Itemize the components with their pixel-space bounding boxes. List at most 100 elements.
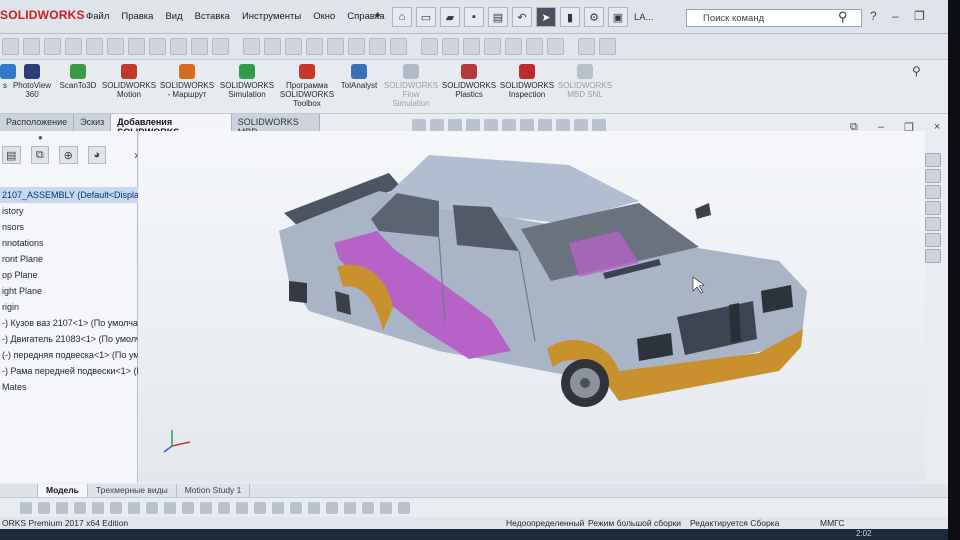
flow-simulation-button[interactable]: SOLIDWORKS Flow Simulation: [382, 64, 440, 108]
tree-item-annotations[interactable]: nnotations: [0, 235, 138, 251]
section-properties-icon[interactable]: [348, 38, 365, 55]
appearances-scenes-icon[interactable]: [925, 217, 941, 231]
tab-solidworks-mbd[interactable]: SOLIDWORKS MBD: [231, 114, 320, 137]
search-ribbon-icon[interactable]: ⚲: [912, 64, 921, 78]
snapshot-icon[interactable]: [484, 38, 501, 55]
file-explorer-icon[interactable]: [925, 185, 941, 199]
solidworks-resources-icon[interactable]: [925, 153, 941, 167]
select-cosmetic-icon[interactable]: [290, 501, 302, 514]
performance-eval-icon[interactable]: [390, 38, 407, 55]
expand-panel-chevron-icon[interactable]: ›: [134, 148, 138, 162]
restore-icon[interactable]: ❐: [914, 9, 925, 23]
status-assembly-mode[interactable]: Режим большой сборки: [588, 518, 681, 528]
insert-components-icon[interactable]: [2, 38, 19, 55]
interference-detection-icon[interactable]: [243, 38, 260, 55]
photoview-button[interactable]: PhotoView 360: [10, 64, 54, 99]
pin-menu-icon[interactable]: ✦: [373, 9, 382, 22]
toolbox-button[interactable]: Программа SOLIDWORKS Toolbox: [278, 64, 336, 108]
help-icon[interactable]: ?: [870, 9, 877, 23]
large-assembly-icon[interactable]: [442, 38, 459, 55]
envelope-icon[interactable]: [505, 38, 522, 55]
select-surface-icon[interactable]: [380, 501, 392, 514]
scanto3d-button[interactable]: ScanTo3D: [56, 64, 100, 90]
view-palette-icon[interactable]: [925, 201, 941, 215]
configuration-manager-tab-icon[interactable]: ⧉: [30, 146, 49, 164]
menu-file[interactable]: Файл: [80, 11, 115, 22]
viewport-close-icon[interactable]: ×: [934, 121, 940, 134]
mass-properties-icon[interactable]: [327, 38, 344, 55]
new-motion-study-icon[interactable]: [170, 38, 187, 55]
tolanalyst-button[interactable]: TolAnalyst: [336, 64, 382, 90]
tab-layout[interactable]: Расположение: [0, 114, 75, 131]
show-hidden-icon[interactable]: [107, 38, 124, 55]
tree-item-right-plane[interactable]: ight Plane: [0, 283, 138, 299]
simulation-button[interactable]: SOLIDWORKS Simulation: [218, 64, 276, 99]
move-component-icon[interactable]: [86, 38, 103, 55]
defeature-icon[interactable]: [547, 38, 564, 55]
motion-button[interactable]: SOLIDWORKS Motion: [100, 64, 158, 99]
minimize-icon[interactable]: –: [892, 9, 899, 23]
tree-item-front-plane[interactable]: ront Plane: [0, 251, 138, 267]
print-icon[interactable]: ▤: [488, 7, 508, 27]
rebuild-icon[interactable]: ▮: [560, 7, 580, 27]
sensor-icon[interactable]: [369, 38, 386, 55]
inspection-button[interactable]: SOLIDWORKS Inspection: [498, 64, 556, 99]
tree-item-origin[interactable]: rigin: [0, 299, 138, 315]
options-gear-icon[interactable]: ⚙: [584, 7, 604, 27]
speedpak-icon[interactable]: [463, 38, 480, 55]
measure-icon[interactable]: [306, 38, 323, 55]
panel-grip-icon[interactable]: ●: [38, 133, 43, 142]
custom-properties-icon[interactable]: [925, 233, 941, 247]
hole-alignment-icon[interactable]: [285, 38, 302, 55]
tree-item-front-suspension[interactable]: (-) передняя подвеска<1> (По ум: [0, 347, 138, 363]
menu-window[interactable]: Окно: [307, 11, 341, 22]
select-hole-icon[interactable]: [272, 501, 284, 514]
appearance-icon[interactable]: [599, 38, 616, 55]
select-sketch-icon[interactable]: [200, 501, 212, 514]
tree-item-top-plane[interactable]: op Plane: [0, 267, 138, 283]
tab-3d-views[interactable]: Трехмерные виды: [88, 484, 177, 497]
render-tools-icon[interactable]: [578, 38, 595, 55]
tree-item-sensors[interactable]: nsors: [0, 219, 138, 235]
select-edge-icon[interactable]: [74, 501, 86, 514]
tab-solidworks-addins[interactable]: Добавления SOLIDWORKS: [111, 114, 232, 137]
select-plane-icon[interactable]: [146, 501, 158, 514]
smart-fasteners-icon[interactable]: [65, 38, 82, 55]
menu-tools[interactable]: Инструменты: [236, 11, 307, 22]
open-folder-icon[interactable]: ▰: [440, 7, 460, 27]
select-filter-icon[interactable]: [20, 501, 32, 514]
select-weld-icon[interactable]: [254, 501, 266, 514]
tab-motion-study[interactable]: Motion Study 1: [177, 484, 251, 497]
bill-of-materials-icon[interactable]: [191, 38, 208, 55]
mbd-snl-button[interactable]: SOLIDWORKS MBD SNL: [556, 64, 614, 99]
exploded-view-icon[interactable]: [212, 38, 229, 55]
save-icon[interactable]: ▪: [464, 7, 484, 27]
menu-insert[interactable]: Вставка: [189, 11, 236, 22]
display-manager-tab-icon[interactable]: ◕: [87, 146, 106, 164]
select-vertex-icon[interactable]: [56, 501, 68, 514]
search-commands-input[interactable]: Поиск команд: [686, 9, 862, 27]
tree-root-assembly[interactable]: 2107_ASSEMBLY (Default<Display S: [0, 187, 138, 203]
simplify-icon[interactable]: [526, 38, 543, 55]
select-component-icon[interactable]: [128, 501, 140, 514]
routing-button[interactable]: SOLIDWORKS - Маршрут: [158, 64, 216, 99]
select-spline-icon[interactable]: [362, 501, 374, 514]
tree-item-mates[interactable]: Mates: [0, 379, 138, 395]
design-library-icon[interactable]: [925, 169, 941, 183]
select-mate-icon[interactable]: [326, 501, 338, 514]
select-axis-icon[interactable]: [164, 501, 176, 514]
dimxpert-tab-icon[interactable]: ⊕: [59, 146, 78, 164]
file-properties-icon[interactable]: ▣: [608, 7, 628, 27]
status-units[interactable]: ММГС: [820, 518, 845, 528]
plastics-button[interactable]: SOLIDWORKS Plastics: [440, 64, 498, 99]
assembly-features-icon[interactable]: [128, 38, 145, 55]
addin-partial-button[interactable]: s: [0, 64, 16, 90]
undo-icon[interactable]: ↶: [512, 7, 532, 27]
tab-model[interactable]: Модель: [38, 484, 88, 497]
menu-help[interactable]: Справка: [341, 11, 390, 22]
reference-geometry-icon[interactable]: [149, 38, 166, 55]
select-note-icon[interactable]: [236, 501, 248, 514]
menu-edit[interactable]: Правка: [115, 11, 159, 22]
forum-icon[interactable]: [925, 249, 941, 263]
search-icon[interactable]: ⚲: [838, 9, 848, 25]
